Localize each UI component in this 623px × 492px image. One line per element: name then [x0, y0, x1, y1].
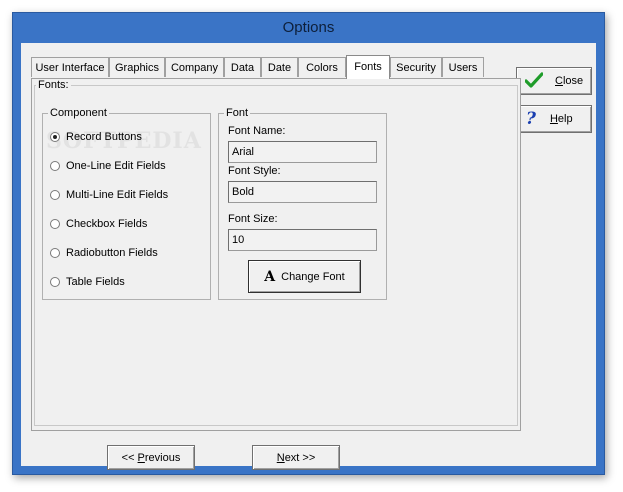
next-label: Next >>: [276, 451, 316, 464]
tab-date[interactable]: Date: [261, 57, 298, 77]
radio-record-buttons[interactable]: Record Buttons: [50, 129, 142, 145]
radio-multi-line-edit-fields[interactable]: Multi-Line Edit Fields: [50, 187, 168, 203]
help-label: Help: [549, 113, 573, 125]
radio-indicator[interactable]: [50, 161, 60, 172]
tab-data[interactable]: Data: [224, 57, 261, 77]
component-group-legend: Component: [48, 107, 109, 120]
radio-indicator[interactable]: [50, 277, 60, 288]
component-group: Component SOFTPEDIA Record Buttons One-L…: [42, 107, 211, 300]
next-button[interactable]: Next >>: [252, 445, 340, 470]
tab-fonts[interactable]: Fonts: [346, 55, 390, 79]
font-size-label: Font Size:: [228, 213, 278, 225]
options-window: Options User Interface Graphics Company …: [12, 12, 605, 475]
radio-indicator-checked[interactable]: [50, 132, 60, 143]
close-button[interactable]: Close: [516, 67, 592, 95]
font-name-field: Arial: [228, 141, 377, 163]
tab-company[interactable]: Company: [165, 57, 224, 77]
radio-radiobutton-fields[interactable]: Radiobutton Fields: [50, 245, 158, 261]
font-group: Font Font Name: Arial Font Style: Bold F…: [218, 107, 387, 300]
radio-checkbox-fields[interactable]: Checkbox Fields: [50, 216, 147, 232]
tab-users[interactable]: Users: [442, 57, 484, 77]
window-client-area: User Interface Graphics Company Data Dat…: [21, 43, 596, 470]
previous-label: << Previous: [121, 451, 181, 464]
font-a-icon: A: [264, 268, 276, 285]
tab-colors[interactable]: Colors: [298, 57, 346, 77]
radio-indicator[interactable]: [50, 248, 60, 259]
tab-graphics[interactable]: Graphics: [109, 57, 165, 77]
window-title: Options: [282, 19, 335, 36]
fonts-group: Fonts: Component SOFTPEDIA Record Button…: [34, 79, 518, 426]
fonts-group-legend: Fonts:: [36, 79, 71, 92]
fonts-tab-panel: Fonts: Component SOFTPEDIA Record Button…: [31, 78, 521, 431]
change-font-button[interactable]: A Change Font: [248, 260, 361, 293]
font-name-label: Font Name:: [228, 125, 286, 137]
question-mark-icon: ?: [526, 109, 536, 129]
change-font-label: Change Font: [281, 270, 345, 283]
radio-table-fields[interactable]: Table Fields: [50, 274, 125, 290]
font-style-field: Bold: [228, 181, 377, 203]
tab-security[interactable]: Security: [390, 57, 442, 77]
radio-indicator[interactable]: [50, 190, 60, 201]
tab-user-interface[interactable]: User Interface: [31, 57, 109, 77]
previous-button[interactable]: << Previous: [107, 445, 195, 470]
help-button[interactable]: ? Help: [516, 105, 592, 133]
font-group-legend: Font: [224, 107, 251, 120]
close-label: Close: [555, 75, 584, 87]
radio-indicator[interactable]: [50, 219, 60, 230]
checkmark-icon: [524, 71, 544, 91]
radio-one-line-edit-fields[interactable]: One-Line Edit Fields: [50, 158, 166, 174]
font-style-label: Font Style:: [228, 165, 281, 177]
font-size-field: 10: [228, 229, 377, 251]
